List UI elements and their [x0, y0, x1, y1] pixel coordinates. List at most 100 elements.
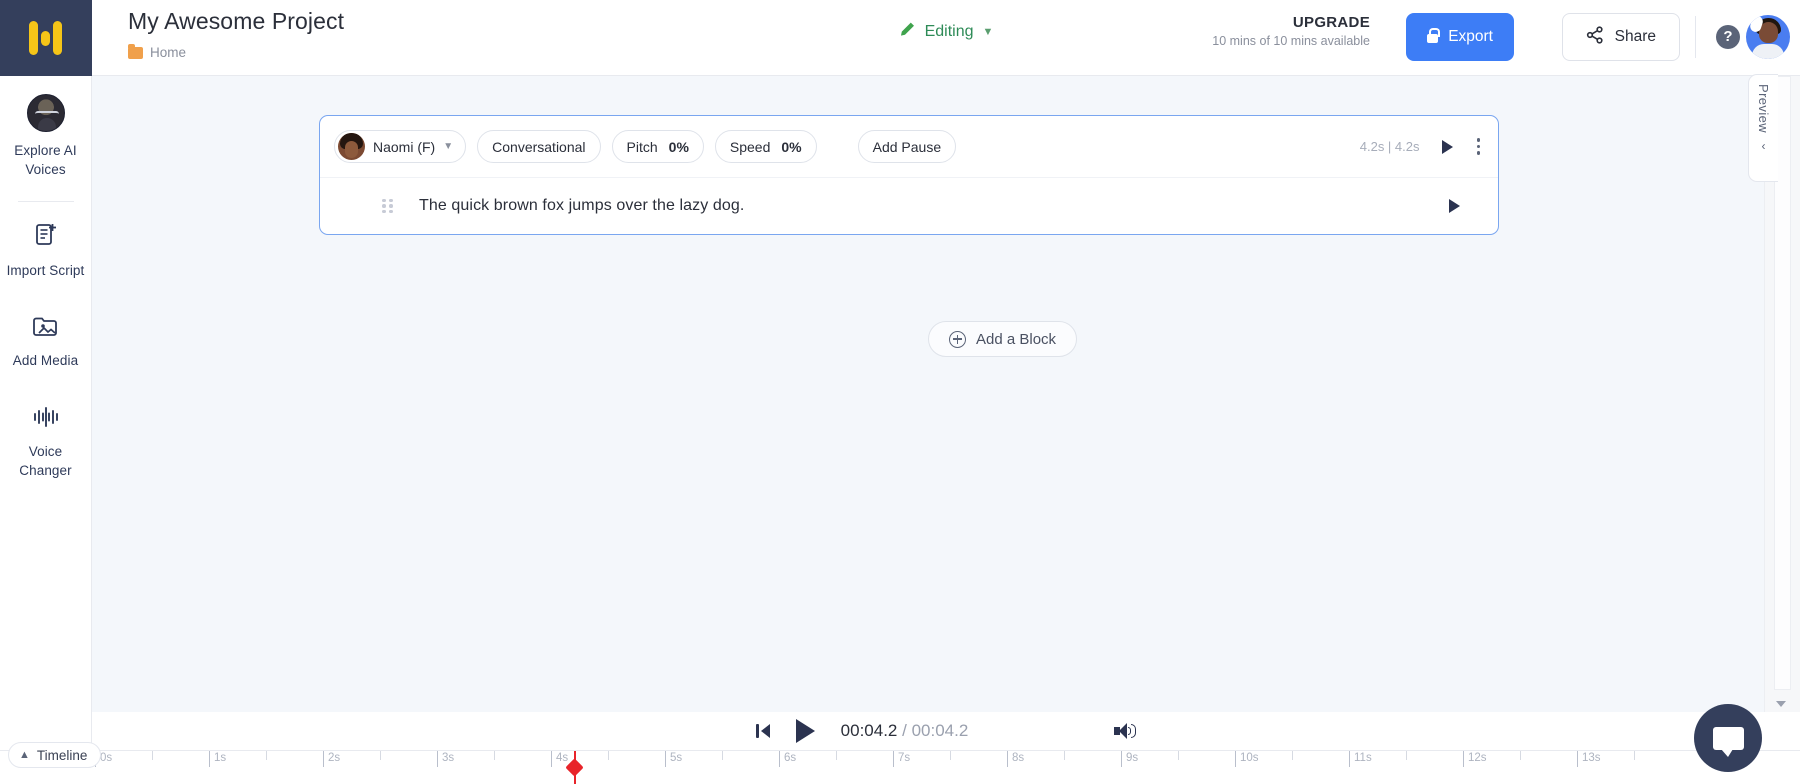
voice-style-label: Conversational	[492, 139, 585, 155]
ruler-tick-label: 0s	[100, 752, 112, 764]
sidebar-item-label: Import Script	[4, 261, 88, 280]
ruler-tick-minor	[494, 751, 495, 760]
add-block-button[interactable]: Add a Block	[928, 321, 1077, 357]
speed-control[interactable]: Speed 0%	[715, 130, 817, 163]
ruler-tick-major	[779, 751, 780, 767]
speed-value: 0%	[781, 139, 801, 155]
timeline-ruler[interactable]: 0s1s2s3s4s5s6s7s8s9s10s11s12s13s	[0, 751, 1800, 784]
ruler-tick-label: 10s	[1240, 752, 1259, 764]
ruler-tick-minor	[152, 751, 153, 760]
sidebar-item-label: Explore AI Voices	[4, 141, 88, 179]
sidebar-item-label: Add Media	[4, 351, 88, 370]
timeline-label: Timeline	[37, 748, 88, 763]
sidebar-item-explore-ai-voices[interactable]: Explore AI Voices	[0, 76, 92, 191]
ruler-tick-minor	[1292, 751, 1293, 760]
ruler-tick-minor	[1406, 751, 1407, 760]
sidebar-item-import-script[interactable]: Import Script	[0, 206, 92, 292]
voice-avatar	[338, 133, 365, 160]
ruler-tick-label: 8s	[1012, 752, 1024, 764]
avatar-icon	[27, 94, 65, 132]
voice-style-selector[interactable]: Conversational	[477, 130, 600, 163]
ruler-tick-label: 1s	[214, 752, 226, 764]
breadcrumb-label: Home	[150, 45, 186, 60]
script-block[interactable]: Naomi (F) ▼ Conversational Pitch 0% Spee…	[319, 115, 1499, 235]
top-header: My Awesome Project Home Editing ▼ UPGRAD…	[92, 0, 1800, 76]
lock-icon	[1427, 34, 1438, 43]
ruler-tick-major	[437, 751, 438, 767]
scroll-down-arrow-icon[interactable]	[1776, 701, 1786, 707]
share-button-label: Share	[1615, 28, 1656, 46]
block-more-options-icon[interactable]	[1475, 136, 1483, 157]
sidebar-item-voice-changer[interactable]: Voice Changer	[0, 383, 92, 492]
sidebar-item-add-media[interactable]: Add Media	[0, 292, 92, 382]
pitch-control[interactable]: Pitch 0%	[612, 130, 704, 163]
editing-mode-dropdown[interactable]: Editing ▼	[899, 21, 994, 42]
editor-canvas: Naomi (F) ▼ Conversational Pitch 0% Spee…	[92, 76, 1764, 712]
chevron-left-icon: ‹	[1762, 139, 1766, 153]
player-controls: 00:04.2 / 00:04.2	[92, 712, 1800, 750]
pitch-value: 0%	[669, 139, 689, 155]
ruler-tick-minor	[1520, 751, 1521, 760]
ruler-tick-minor	[722, 751, 723, 760]
volume-icon[interactable]	[1114, 722, 1136, 740]
chevron-down-icon: ▼	[443, 141, 453, 152]
ruler-tick-minor	[266, 751, 267, 760]
document-plus-icon	[4, 222, 88, 253]
ruler-tick-label: 13s	[1582, 752, 1601, 764]
upgrade-title: UPGRADE	[1212, 13, 1370, 33]
ruler-tick-label: 5s	[670, 752, 682, 764]
folder-icon	[128, 47, 143, 59]
ruler-tick-major	[1235, 751, 1236, 767]
help-icon[interactable]: ?	[1716, 25, 1740, 49]
block-duration: 4.2s | 4.2s	[1360, 139, 1420, 154]
ruler-tick-major	[1577, 751, 1578, 767]
sidebar-item-label: Voice Changer	[4, 442, 88, 480]
script-text[interactable]: The quick brown fox jumps over the lazy …	[419, 197, 744, 215]
ruler-tick-major	[209, 751, 210, 767]
ruler-tick-minor	[380, 751, 381, 760]
preview-panel-tab[interactable]: Preview ‹	[1748, 74, 1778, 182]
drag-handle-icon[interactable]	[382, 199, 394, 214]
ruler-tick-minor	[1634, 751, 1635, 760]
skip-to-start-icon[interactable]	[756, 724, 770, 738]
header-divider	[1695, 16, 1696, 58]
waveform-icon	[4, 405, 88, 434]
upgrade-minutes-available: 10 mins of 10 mins available	[1212, 33, 1370, 50]
ruler-tick-major	[893, 751, 894, 767]
block-content-row: The quick brown fox jumps over the lazy …	[320, 178, 1498, 234]
play-button[interactable]	[796, 719, 815, 743]
timeline-playhead[interactable]	[574, 751, 576, 784]
chevron-down-icon: ▼	[983, 26, 994, 38]
ruler-tick-label: 3s	[442, 752, 454, 764]
ruler-tick-label: 7s	[898, 752, 910, 764]
share-icon	[1586, 26, 1604, 49]
add-pause-button[interactable]: Add Pause	[858, 130, 957, 163]
pitch-label: Pitch	[627, 139, 658, 155]
timeline-toggle[interactable]: ▲ Timeline	[8, 742, 101, 768]
upgrade-info[interactable]: UPGRADE 10 mins of 10 mins available	[1212, 13, 1370, 50]
total-time: 00:04.2	[912, 721, 969, 740]
timeline-bar: ▲ Timeline 0s1s2s3s4s5s6s7s8s9s10s11s12s…	[0, 750, 1800, 784]
block-play-icon[interactable]	[1442, 140, 1453, 154]
voice-name-label: Naomi (F)	[373, 139, 435, 155]
export-button[interactable]: Export	[1406, 13, 1514, 61]
logo-icon	[29, 21, 62, 55]
export-button-label: Export	[1448, 28, 1493, 46]
chat-bubble-icon	[1713, 727, 1744, 750]
ruler-tick-major	[551, 751, 552, 767]
left-sidebar: Explore AI Voices Import Script	[0, 0, 92, 784]
app-logo[interactable]	[0, 0, 92, 76]
ruler-tick-label: 2s	[328, 752, 340, 764]
chat-support-button[interactable]	[1694, 704, 1762, 772]
ruler-tick-label: 12s	[1468, 752, 1487, 764]
ruler-tick-major	[1007, 751, 1008, 767]
folder-image-icon	[4, 314, 88, 343]
user-avatar[interactable]	[1746, 15, 1790, 59]
ruler-tick-minor	[608, 751, 609, 760]
line-play-icon[interactable]	[1449, 199, 1460, 213]
voice-selector[interactable]: Naomi (F) ▼	[334, 130, 466, 163]
breadcrumb[interactable]: Home	[128, 45, 186, 60]
voice-editor-app: Explore AI Voices Import Script	[0, 0, 1800, 784]
share-button[interactable]: Share	[1562, 13, 1680, 61]
speed-label: Speed	[730, 139, 770, 155]
